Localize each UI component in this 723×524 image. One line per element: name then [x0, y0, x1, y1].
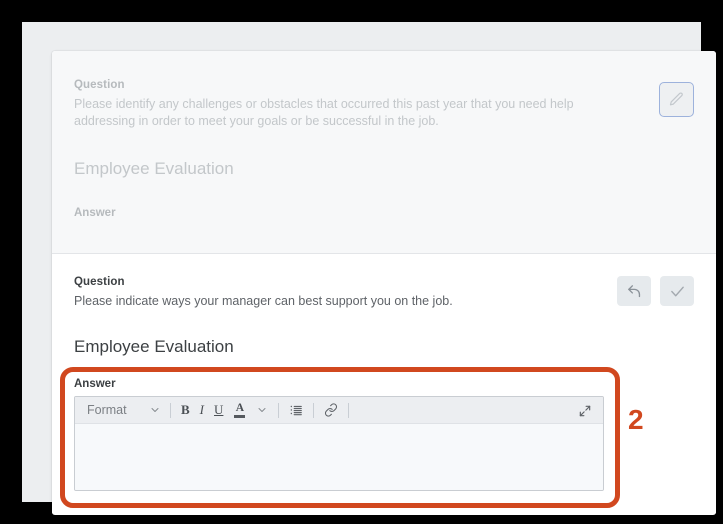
annotation-step-number: 2: [628, 404, 644, 435]
undo-button[interactable]: [617, 276, 651, 306]
format-dropdown[interactable]: Format: [81, 399, 165, 421]
text-color-button[interactable]: A: [228, 399, 251, 421]
toolbar-separator: [313, 402, 315, 418]
chevron-down-icon: [256, 404, 268, 416]
readonly-section-title: Employee Evaluation: [74, 159, 234, 178]
readonly-question-label: Question: [74, 79, 125, 91]
pencil-icon: [668, 91, 685, 108]
underline-button[interactable]: U: [209, 399, 228, 421]
active-question-text: Please indicate ways your manager can be…: [74, 294, 453, 308]
text-color-dropdown[interactable]: [251, 399, 273, 421]
active-section-title: Employee Evaluation: [74, 337, 234, 356]
edit-answer-button[interactable]: [659, 82, 694, 117]
expand-button[interactable]: [573, 400, 597, 422]
active-question-panel: Question Please indicate ways your manag…: [52, 254, 716, 514]
bullet-list-icon: [289, 403, 303, 417]
panel-action-row: [617, 276, 694, 306]
readonly-answer-label: Answer: [74, 207, 116, 219]
expand-diagonal-icon: [578, 404, 592, 418]
active-question-label: Question: [74, 276, 125, 288]
text-color-swatch: [234, 415, 246, 418]
editor-toolbar: Format B I U A: [75, 397, 603, 424]
chevron-down-icon: [149, 404, 161, 416]
toolbar-separator: [348, 402, 350, 418]
answer-editor-input[interactable]: [75, 424, 603, 490]
italic-button[interactable]: I: [195, 399, 209, 421]
readonly-question-panel: Question Please identify any challenges …: [52, 51, 716, 254]
confirm-button[interactable]: [660, 276, 694, 306]
readonly-question-text: Please identify any challenges or obstac…: [74, 97, 574, 128]
page-backdrop: Question Please identify any challenges …: [22, 22, 716, 515]
toolbar-separator: [170, 402, 171, 418]
checkmark-icon: [669, 283, 686, 300]
answer-editor-wrap: Answer Format B I U A: [74, 378, 604, 491]
toolbar-separator: [278, 402, 280, 418]
rich-text-editor: Format B I U A: [74, 396, 604, 491]
link-icon: [324, 403, 338, 417]
answer-editor-label: Answer: [74, 378, 116, 390]
link-button[interactable]: [319, 399, 343, 421]
evaluation-card-stack: Question Please identify any challenges …: [52, 51, 716, 515]
text-color-letter: A: [235, 401, 245, 414]
bullet-list-button[interactable]: [284, 399, 308, 421]
format-dropdown-label: Format: [87, 403, 127, 417]
bold-button[interactable]: B: [176, 399, 195, 421]
undo-arrow-icon: [626, 283, 643, 300]
screenshot-frame: Question Please identify any challenges …: [0, 0, 723, 524]
